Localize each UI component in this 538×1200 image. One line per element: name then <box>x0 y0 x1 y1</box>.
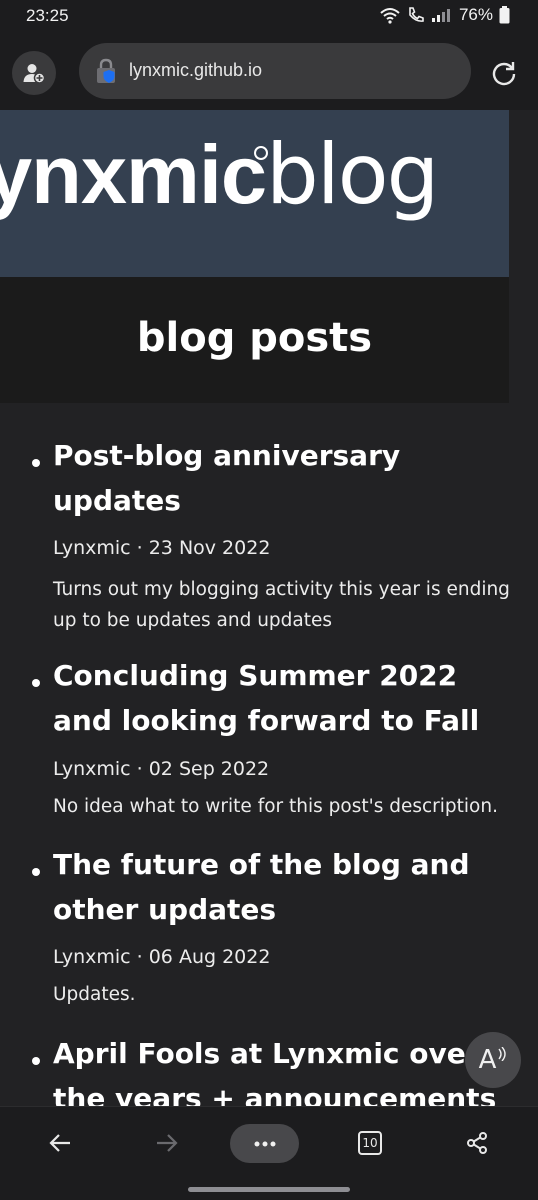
logo-thin-text: blog <box>266 126 439 223</box>
battery-icon <box>499 6 510 24</box>
post-title-line: Concluding Summer 2022 <box>53 659 458 692</box>
address-bar[interactable]: lynxmic.github.io <box>79 43 471 99</box>
post-meta: Lynxmic · 23 Nov 2022 <box>53 537 271 559</box>
post-title[interactable]: Post-blog anniversary updates <box>53 433 523 523</box>
tabs-button[interactable]: 10 <box>350 1127 390 1159</box>
post-title-line: other updates <box>53 893 277 926</box>
post-title[interactable]: The future of the blog and other updates <box>53 842 523 932</box>
call-icon <box>409 7 424 22</box>
logo-bold-text: ynxmic <box>0 128 267 221</box>
more-icon <box>254 1141 275 1146</box>
status-icons: 76% <box>379 5 510 25</box>
post-title[interactable]: Concluding Summer 2022 and looking forwa… <box>53 653 523 743</box>
reload-icon <box>492 62 516 86</box>
post-description: Updates. <box>53 984 136 1005</box>
post-title-line: Post-blog anniversary <box>53 439 401 472</box>
battery-percent: 76% <box>458 5 493 24</box>
post-title-line: and looking forward to Fall <box>53 704 480 737</box>
web-page: ynxmicblog blog posts Post-blog annivers… <box>0 110 538 1106</box>
page-title: blog posts <box>136 315 373 361</box>
tabs-icon: 10 <box>358 1131 382 1155</box>
status-bar: 23:25 76% <box>0 0 538 34</box>
post-title[interactable]: April Fools at Lynxmic over the years + … <box>53 1031 523 1106</box>
read-aloud-button[interactable]: A <box>465 1032 521 1088</box>
post-description: Turns out my blogging activity this year… <box>53 579 510 631</box>
blog-logo: ynxmicblog <box>0 133 439 216</box>
back-arrow-icon <box>49 1134 70 1152</box>
bullet-icon <box>32 868 40 876</box>
share-button[interactable] <box>457 1127 497 1159</box>
profile-icon <box>23 64 46 84</box>
wifi-icon <box>380 8 400 24</box>
read-aloud-icon: A <box>478 1045 497 1075</box>
browser-toolbar: lynxmic.github.io <box>0 34 538 110</box>
share-icon <box>467 1132 487 1154</box>
bullet-icon <box>32 459 40 467</box>
lock-icon <box>97 58 115 83</box>
post-title-line: updates <box>53 484 181 517</box>
post-meta: Lynxmic · 02 Sep 2022 <box>53 758 270 780</box>
bullet-icon <box>32 1057 40 1065</box>
back-button[interactable] <box>40 1127 80 1159</box>
home-indicator[interactable] <box>188 1187 350 1192</box>
menu-button[interactable] <box>230 1124 299 1163</box>
post-description: No idea what to write for this post's de… <box>53 796 498 817</box>
bullet-icon <box>32 679 40 687</box>
post-meta: Lynxmic · 06 Aug 2022 <box>53 946 271 968</box>
bottom-navigation: 10 <box>0 1106 538 1200</box>
post-title-line: April Fools at Lynxmic over <box>53 1037 480 1070</box>
signal-icon <box>431 9 450 22</box>
title-band: blog posts <box>0 277 509 403</box>
forward-arrow-icon <box>157 1134 178 1152</box>
profile-button[interactable] <box>12 51 56 95</box>
reload-button[interactable] <box>486 55 522 91</box>
url-text: lynxmic.github.io <box>129 60 263 80</box>
blog-banner[interactable]: ynxmicblog <box>0 110 509 277</box>
forward-button[interactable] <box>147 1127 187 1159</box>
post-title-line: The future of the blog and <box>53 848 470 881</box>
logo-mark-icon <box>254 146 268 160</box>
sound-waves-icon <box>498 1047 507 1061</box>
status-time: 23:25 <box>26 6 69 25</box>
post-title-line: the years + announcements <box>53 1082 497 1106</box>
